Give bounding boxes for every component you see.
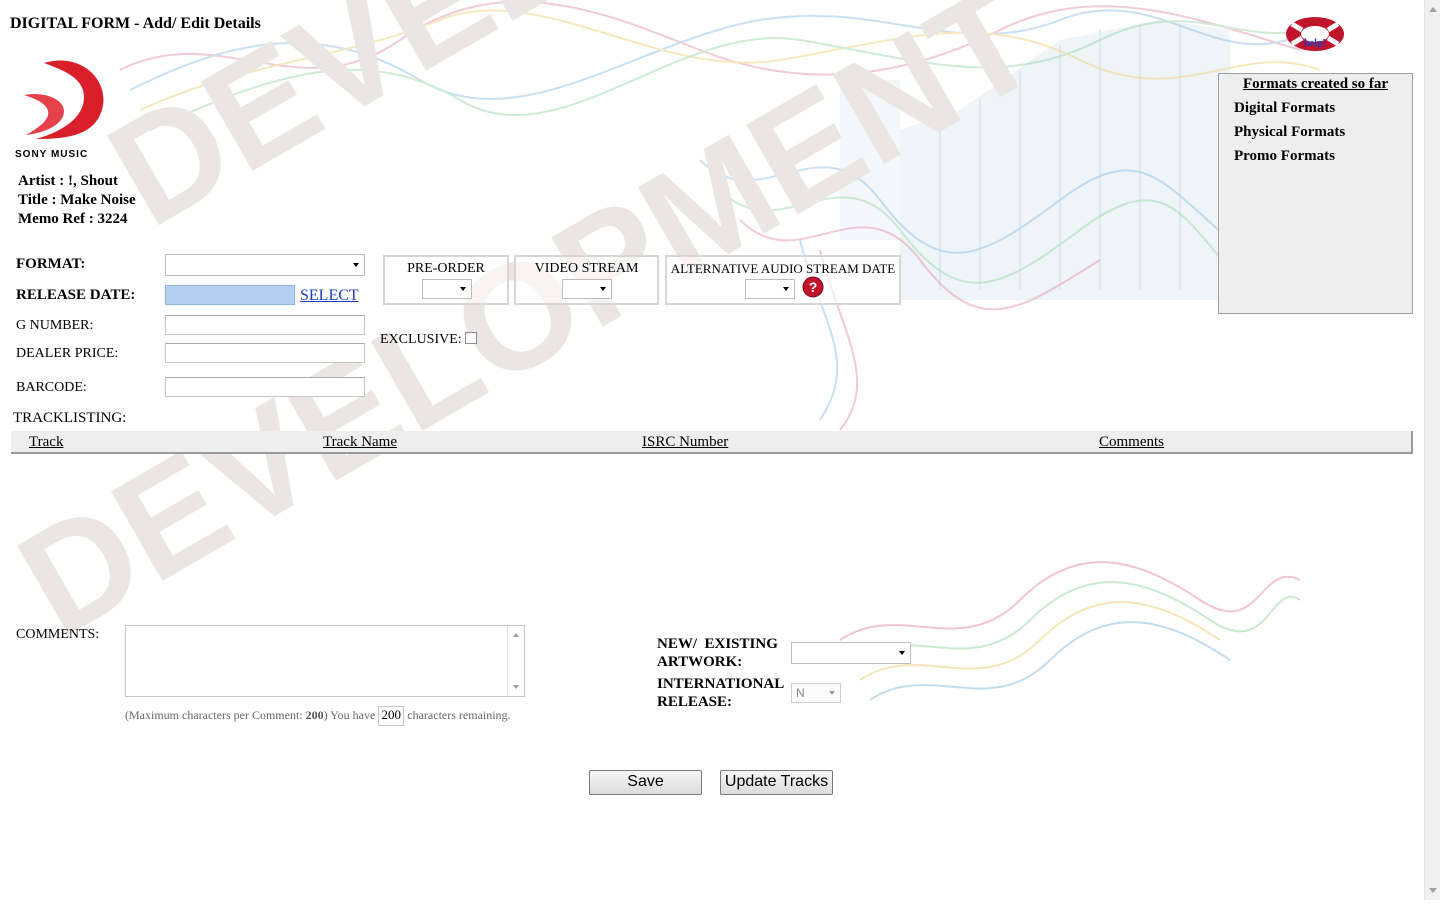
international-label-line1: INTERNATIONAL (657, 676, 785, 692)
lifebuoy-icon: help! (1286, 17, 1344, 51)
pre-order-box: PRE-ORDER (383, 255, 509, 305)
note-middle: ) You have (323, 707, 379, 722)
tracklisting-table-header: Track Track Name ISRC Number Comments (11, 431, 1413, 454)
page-title: DIGITAL FORM - Add/ Edit Details (10, 15, 261, 32)
formats-item-physical[interactable]: Physical Formats (1234, 124, 1345, 141)
artist-info: Artist : !, Shout (18, 173, 118, 189)
remaining-chars-counter: 200 (378, 706, 405, 726)
format-select[interactable] (165, 254, 365, 276)
chevron-down-icon (600, 287, 606, 291)
column-header-track[interactable]: Track (29, 434, 63, 451)
textarea-scrollbar[interactable] (507, 626, 524, 696)
exclusive-checkbox[interactable] (465, 332, 477, 344)
international-label-line2: RELEASE: (657, 694, 733, 710)
dealer-price-label: DEALER PRICE: (16, 346, 119, 361)
help-button[interactable]: help! (1284, 14, 1346, 54)
formats-panel-title: Formats created so far (1242, 76, 1389, 92)
video-stream-label: VIDEO STREAM (534, 261, 639, 276)
artwork-label-line1: NEW/ EXISTING (657, 636, 778, 652)
chevron-down-icon (829, 691, 835, 695)
scroll-arrows-icon (513, 633, 519, 689)
pre-order-select[interactable] (422, 279, 472, 299)
note-suffix: characters remaining. (407, 707, 511, 722)
scroll-arrows-icon (1429, 7, 1437, 893)
brand-name: SONY MUSIC (15, 149, 89, 160)
international-release-select[interactable]: N (791, 683, 841, 703)
release-date-input[interactable] (165, 285, 295, 305)
tracklisting-label: TRACKLISTING: (13, 410, 127, 426)
chevron-down-icon (353, 263, 359, 267)
column-header-track-name[interactable]: Track Name (323, 434, 397, 451)
exclusive-label: EXCLUSIVE: (380, 332, 462, 347)
help-label: help! (1304, 38, 1326, 49)
update-tracks-button[interactable]: Update Tracks (720, 770, 833, 795)
international-value: N (796, 686, 805, 700)
video-stream-box: VIDEO STREAM (514, 255, 659, 305)
alt-audio-stream-select[interactable] (745, 279, 795, 299)
save-button[interactable]: Save (589, 770, 702, 795)
international-release-label: INTERNATIONAL RELEASE: (657, 675, 784, 711)
g-number-label: G NUMBER: (16, 318, 94, 333)
page-scrollbar[interactable] (1424, 0, 1440, 900)
note-prefix: (Maximum characters per Comment: (125, 707, 306, 722)
barcode-input[interactable] (165, 377, 365, 397)
formats-item-promo[interactable]: Promo Formats (1234, 148, 1335, 165)
artwork-label: NEW/ EXISTING ARTWORK: (657, 635, 778, 671)
chevron-down-icon (899, 651, 905, 655)
svg-text:?: ? (809, 279, 818, 295)
pre-order-label: PRE-ORDER (407, 261, 485, 276)
comments-label: COMMENTS: (16, 627, 100, 642)
format-label: FORMAT: (16, 256, 86, 272)
question-help-icon[interactable]: ? (802, 276, 824, 298)
column-header-comments[interactable]: Comments (1099, 434, 1164, 451)
comments-textarea[interactable] (125, 625, 525, 697)
column-header-isrc[interactable]: ISRC Number (642, 434, 728, 451)
chevron-down-icon (783, 287, 789, 291)
artwork-select[interactable] (791, 642, 911, 664)
memo-ref-info: Memo Ref : 3224 (18, 211, 128, 227)
alt-audio-stream-box: ALTERNATIVE AUDIO STREAM DATE ? (665, 255, 901, 305)
formats-item-digital[interactable]: Digital Formats (1234, 100, 1335, 117)
barcode-label: BARCODE: (16, 380, 87, 395)
max-chars: 200 (305, 707, 324, 722)
alt-audio-stream-label: ALTERNATIVE AUDIO STREAM DATE (670, 261, 896, 276)
video-stream-select[interactable] (562, 279, 612, 299)
comments-char-note: (Maximum characters per Comment: 200) Yo… (125, 706, 511, 726)
sony-music-logo (24, 60, 104, 140)
g-number-input[interactable] (165, 315, 365, 335)
dealer-price-input[interactable] (165, 343, 365, 363)
title-info: Title : Make Noise (18, 192, 136, 208)
select-date-link[interactable]: SELECT (300, 287, 359, 305)
artwork-label-line2: ARTWORK: (657, 654, 743, 670)
release-date-label: RELEASE DATE: (16, 287, 136, 303)
formats-created-panel: Formats created so far Digital Formats P… (1218, 73, 1413, 314)
chevron-down-icon (460, 287, 466, 291)
